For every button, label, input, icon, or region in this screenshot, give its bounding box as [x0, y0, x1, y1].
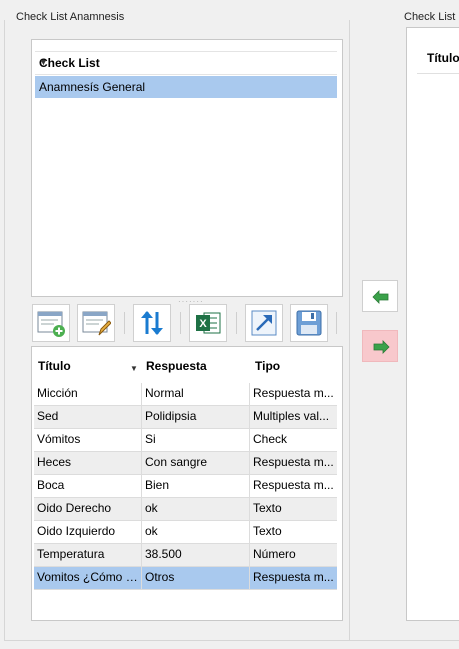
- checklist-panel: Check List ▼ Anamnesís General: [31, 39, 343, 297]
- column-header-titulo[interactable]: Título ▼: [38, 359, 138, 379]
- table-row[interactable]: Boca Bien Respuesta m...: [34, 475, 337, 498]
- checklist-header[interactable]: Check List ▼: [35, 51, 337, 75]
- toolbar-separator: [180, 312, 181, 334]
- table-cell-titulo: Vomitos ¿Cómo s...: [34, 567, 142, 589]
- table-cell-respuesta: 38.500: [142, 544, 250, 566]
- add-checklist-button[interactable]: [32, 304, 70, 342]
- column-header-tipo[interactable]: Tipo: [255, 359, 280, 379]
- sort-arrows-icon: [141, 311, 163, 335]
- column-header-titulo-right[interactable]: Título: [417, 43, 459, 74]
- toolbar-separator: [336, 312, 337, 334]
- table-cell-respuesta: Otros: [142, 567, 250, 589]
- table-cell-tipo: Respuesta m...: [253, 386, 334, 400]
- table-row[interactable]: Oido Derecho ok Texto: [34, 498, 337, 521]
- excel-icon: X: [196, 312, 221, 334]
- left-frame: [4, 20, 5, 640]
- table-row[interactable]: Temperatura 38.500 Número: [34, 544, 337, 567]
- move-left-button[interactable]: [362, 280, 398, 312]
- arrow-left-icon: [372, 290, 389, 304]
- right-checklist-panel: Título: [406, 27, 459, 621]
- table-row[interactable]: Vómitos Si Check: [34, 429, 337, 452]
- expand-arrow-icon: [251, 310, 277, 336]
- sort-down-icon[interactable]: ▼: [130, 364, 138, 373]
- open-button[interactable]: [245, 304, 283, 342]
- column-header-label: Título: [427, 51, 459, 65]
- table-row[interactable]: Sed Polidipsia Multiples val...: [34, 406, 337, 429]
- table-cell-respuesta: Normal: [142, 383, 250, 405]
- table-cell-titulo: Oido Derecho: [34, 498, 142, 520]
- move-right-button[interactable]: [362, 330, 398, 362]
- table-cell-tipo: Texto: [253, 501, 282, 515]
- table-cell-respuesta: ok: [142, 498, 250, 520]
- table-cell-respuesta: Bien: [142, 475, 250, 497]
- table-cell-titulo: Boca: [34, 475, 142, 497]
- table-cell-titulo: Sed: [34, 406, 142, 428]
- table-cell-respuesta: ok: [142, 521, 250, 543]
- floppy-disk-icon: [296, 310, 322, 336]
- left-group-title: Check List Anamnesis: [16, 11, 125, 23]
- toolbar-separator: [124, 312, 125, 334]
- form-add-icon: [37, 311, 65, 337]
- table-cell-titulo: Heces: [34, 452, 142, 474]
- column-header-label: Título: [38, 359, 71, 373]
- table-cell-tipo: Texto: [253, 524, 282, 538]
- checklist-item-label: Anamnesís General: [39, 80, 146, 94]
- table-cell-tipo: Respuesta m...: [253, 455, 334, 469]
- table-cell-titulo: Oido Izquierdo: [34, 521, 142, 543]
- table-row[interactable]: Heces Con sangre Respuesta m...: [34, 452, 337, 475]
- table-cell-titulo: Temperatura: [34, 544, 142, 566]
- save-button[interactable]: [290, 304, 328, 342]
- export-excel-button[interactable]: X: [189, 304, 227, 342]
- table-cell-tipo: Multiples val...: [253, 409, 330, 423]
- table-cell-respuesta: Polidipsia: [142, 406, 250, 428]
- checklist-table: Título ▼ Respuesta Tipo Micción Normal Res…: [31, 346, 343, 621]
- table-cell-tipo: Respuesta m...: [253, 478, 334, 492]
- bottom-frame: [4, 640, 459, 641]
- table-cell-respuesta: Con sangre: [142, 452, 250, 474]
- table-cell-titulo: Micción: [34, 383, 142, 405]
- row-divider: [34, 589, 337, 590]
- form-edit-icon: [82, 311, 111, 336]
- table-cell-tipo: Respuesta m...: [253, 570, 334, 584]
- table-row[interactable]: Micción Normal Respuesta m...: [34, 383, 337, 406]
- toolbar-separator: [236, 312, 237, 334]
- arrow-right-icon: [373, 340, 390, 354]
- chevron-down-icon[interactable]: ▼: [39, 57, 327, 67]
- sort-button[interactable]: [133, 304, 171, 342]
- svg-text:X: X: [199, 318, 207, 330]
- separator-frame: [349, 20, 350, 640]
- table-cell-respuesta: Si: [142, 429, 250, 451]
- right-group-title: Check List M: [404, 11, 459, 23]
- table-row[interactable]: Oido Izquierdo ok Texto: [34, 521, 337, 544]
- table-row[interactable]: Vomitos ¿Cómo s... Otros Respuesta m...: [34, 567, 337, 590]
- table-cell-tipo: Número: [253, 547, 296, 561]
- edit-checklist-button[interactable]: [77, 304, 115, 342]
- table-cell-titulo: Vómitos: [34, 429, 142, 451]
- table-cell-tipo: Check: [253, 432, 288, 446]
- column-header-respuesta[interactable]: Respuesta: [146, 359, 207, 379]
- checklist-item[interactable]: Anamnesís General: [35, 76, 337, 98]
